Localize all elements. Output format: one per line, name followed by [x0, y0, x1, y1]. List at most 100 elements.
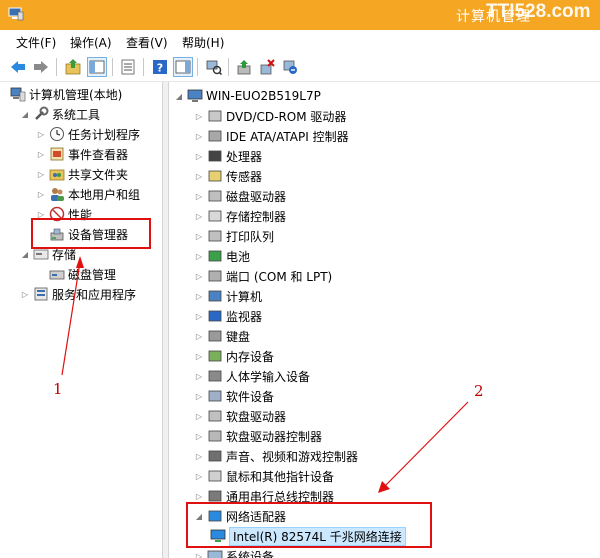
collapsed-arrow-icon[interactable]: ▷	[36, 189, 46, 199]
device-category-item[interactable]: ▷ 电池	[194, 246, 250, 266]
tree-services-apps[interactable]: ▷ 服务和应用程序	[20, 284, 136, 304]
properties-icon[interactable]	[118, 57, 138, 77]
tree-task-scheduler[interactable]: ▷ 任务计划程序	[36, 124, 140, 144]
uninstall-icon[interactable]	[257, 57, 277, 77]
usb-icon	[208, 490, 222, 502]
up-folder-icon[interactable]	[63, 57, 83, 77]
device-category-label: 打印队列	[226, 229, 275, 244]
tree-event-viewer[interactable]: ▷ 事件查看器	[36, 144, 128, 164]
collapsed-arrow-icon[interactable]: ▷	[194, 131, 204, 141]
collapsed-arrow-icon[interactable]: ▷	[194, 431, 204, 441]
device-category-item[interactable]: ▷ 内存设备	[194, 346, 274, 366]
menu-help[interactable]: 帮助(H)	[182, 34, 224, 51]
device-category-item[interactable]: ▷ 传感器	[194, 166, 262, 186]
collapsed-arrow-icon[interactable]: ▷	[194, 191, 204, 201]
expanded-arrow-icon[interactable]: ◢	[20, 109, 30, 119]
update-driver-icon[interactable]	[234, 57, 254, 77]
sound-icon	[208, 450, 222, 462]
collapsed-arrow-icon[interactable]: ▷	[194, 311, 204, 321]
back-icon[interactable]	[8, 57, 28, 77]
services-icon	[34, 287, 48, 301]
collapsed-arrow-icon[interactable]: ▷	[194, 491, 204, 501]
tree-device-manager[interactable]: 设备管理器	[49, 224, 128, 244]
tree-item-label: 共享文件夹	[68, 167, 129, 182]
collapsed-arrow-icon[interactable]: ▷	[36, 209, 46, 219]
collapsed-arrow-icon[interactable]: ▷	[194, 271, 204, 281]
show-tree-icon[interactable]	[87, 57, 107, 77]
collapsed-arrow-icon[interactable]: ▷	[194, 391, 204, 401]
category-system-devices[interactable]: ▷ 系统设备	[194, 546, 274, 558]
event-viewer-icon	[50, 147, 64, 161]
tree-local-users[interactable]: ▷ 本地用户和组	[36, 184, 140, 204]
device-category-item[interactable]: ▷ 软件设备	[194, 386, 274, 406]
device-category-item[interactable]: ▷ 软盘驱动器	[194, 406, 286, 426]
device-category-item[interactable]: ▷ 键盘	[194, 326, 250, 346]
collapsed-arrow-icon[interactable]: ▷	[36, 129, 46, 139]
menu-action[interactable]: 操作(A)	[70, 34, 112, 51]
shared-folder-icon	[49, 169, 65, 181]
device-category-item[interactable]: ▷ 监视器	[194, 306, 262, 326]
device-category-item[interactable]: ▷ 处理器	[194, 146, 262, 166]
device-category-item[interactable]: ▷ 通用串行总线控制器	[194, 486, 334, 506]
tree-disk-management[interactable]: 磁盘管理	[49, 264, 116, 284]
tree-storage[interactable]: ◢ 存储	[20, 244, 76, 264]
device-category-item[interactable]: ▷ IDE ATA/ATAPI 控制器	[194, 126, 349, 146]
help-icon[interactable]: ?	[150, 57, 170, 77]
device-category-item[interactable]: ▷ DVD/CD-ROM 驱动器	[194, 106, 347, 126]
device-category-item[interactable]: ▷ 软盘驱动器控制器	[194, 426, 322, 446]
forward-icon[interactable]	[31, 57, 51, 77]
device-category-label: 端口 (COM 和 LPT)	[226, 269, 333, 284]
collapsed-arrow-icon[interactable]: ▷	[194, 231, 204, 241]
collapsed-arrow-icon[interactable]: ▷	[194, 151, 204, 161]
collapsed-arrow-icon[interactable]: ▷	[194, 331, 204, 341]
watermark: TTI528.com	[486, 1, 591, 22]
collapsed-arrow-icon[interactable]: ▷	[194, 111, 204, 121]
disk-management-icon	[49, 270, 65, 280]
tree-performance[interactable]: ▷ 性能	[36, 204, 92, 224]
device-category-item[interactable]: ▷ 计算机	[194, 286, 262, 306]
collapsed-arrow-icon[interactable]: ▷	[36, 169, 46, 179]
device-tree-root[interactable]: ◢ WIN-EUO2B519L7P	[174, 86, 321, 106]
category-label: 系统设备	[226, 549, 275, 558]
tree-root-computer-management[interactable]: 计算机管理(本地)	[10, 84, 122, 104]
tree-system-tools[interactable]: ◢ 系统工具	[20, 104, 100, 124]
expanded-arrow-icon[interactable]: ◢	[174, 91, 184, 101]
collapsed-arrow-icon[interactable]: ▷	[194, 551, 204, 558]
collapsed-arrow-icon[interactable]: ▷	[194, 471, 204, 481]
collapsed-arrow-icon[interactable]: ▷	[194, 171, 204, 181]
collapsed-arrow-icon[interactable]: ▷	[36, 149, 46, 159]
collapsed-arrow-icon[interactable]: ▷	[194, 291, 204, 301]
expanded-arrow-icon[interactable]: ◢	[194, 511, 204, 521]
collapsed-arrow-icon[interactable]: ▷	[194, 411, 204, 421]
collapsed-arrow-icon[interactable]: ▷	[194, 251, 204, 261]
collapsed-arrow-icon[interactable]: ▷	[194, 351, 204, 361]
collapsed-arrow-icon[interactable]: ▷	[20, 289, 30, 299]
device-category-item[interactable]: ▷ 人体学输入设备	[194, 366, 310, 386]
scan-hardware-icon[interactable]	[204, 57, 224, 77]
expanded-arrow-icon[interactable]: ◢	[20, 249, 30, 259]
device-category-item[interactable]: ◢ 网络适配器	[194, 506, 286, 526]
device-category-item[interactable]: ▷ 声音、视频和游戏控制器	[194, 446, 358, 466]
device-category-label: 存储控制器	[226, 209, 287, 224]
collapsed-arrow-icon[interactable]: ▷	[194, 451, 204, 461]
collapsed-arrow-icon[interactable]: ▷	[194, 371, 204, 381]
device-category-item[interactable]: ▷ 磁盘驱动器	[194, 186, 286, 206]
device-category-label: 监视器	[226, 309, 263, 324]
ide-controller-icon	[208, 130, 222, 142]
device-category-item[interactable]: ▷ 鼠标和其他指针设备	[194, 466, 334, 486]
device-category-item[interactable]: ▷ 端口 (COM 和 LPT)	[194, 266, 332, 286]
device-category-label: 软件设备	[226, 389, 275, 404]
device-category-label: 声音、视频和游戏控制器	[226, 449, 359, 464]
menu-file[interactable]: 文件(F)	[16, 34, 56, 51]
console-icon[interactable]	[173, 57, 193, 77]
network-adapter-item[interactable]: Intel(R) 82574L 千兆网络连接	[210, 526, 406, 546]
menu-view[interactable]: 查看(V)	[126, 34, 168, 51]
pane-splitter[interactable]	[163, 82, 169, 558]
device-category-item[interactable]: ▷ 打印队列	[194, 226, 274, 246]
tree-shared-folders[interactable]: ▷ 共享文件夹	[36, 164, 128, 184]
disable-icon[interactable]	[280, 57, 300, 77]
collapsed-arrow-icon[interactable]: ▷	[194, 211, 204, 221]
device-category-item[interactable]: ▷ 存储控制器	[194, 206, 286, 226]
device-category-label: 电池	[226, 249, 251, 264]
device-category-label: 软盘驱动器	[226, 409, 287, 424]
